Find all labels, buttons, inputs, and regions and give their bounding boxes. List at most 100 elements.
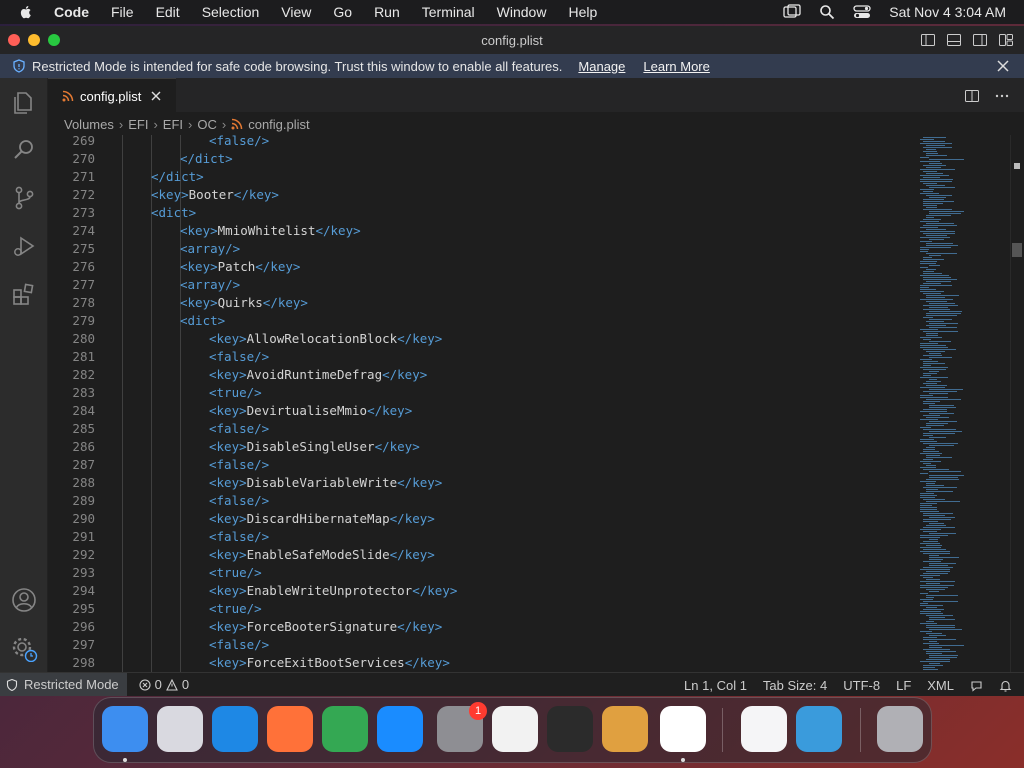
manage-gear-icon[interactable] xyxy=(10,634,38,662)
dock-separator xyxy=(722,708,723,752)
minimap-line xyxy=(920,495,937,496)
launchpad-icon[interactable] xyxy=(157,706,203,752)
notifications-bell-icon[interactable] xyxy=(999,679,1012,692)
menu-edit[interactable]: Edit xyxy=(156,4,180,20)
minimap-line xyxy=(929,657,957,658)
minimap-line xyxy=(926,651,956,652)
minimap-line xyxy=(923,669,938,670)
minimap-line xyxy=(923,521,938,522)
minimap-line xyxy=(926,297,945,298)
menu-selection[interactable]: Selection xyxy=(202,4,260,20)
encoding[interactable]: UTF-8 xyxy=(843,678,880,693)
minimap-line xyxy=(923,449,935,450)
minimap-line xyxy=(920,221,939,222)
more-actions-icon[interactable] xyxy=(994,88,1010,104)
spotlight-search-icon[interactable] xyxy=(819,4,835,20)
xml-tag: </key> xyxy=(404,655,450,670)
chrome-icon[interactable] xyxy=(322,706,368,752)
minimap-line xyxy=(929,327,957,328)
extensions-icon[interactable] xyxy=(10,280,38,308)
tab-config-plist[interactable]: config.plist xyxy=(48,78,176,113)
run-debug-icon[interactable] xyxy=(10,232,38,260)
learn-more-link[interactable]: Learn More xyxy=(643,59,709,74)
breadcrumb-config-plist[interactable]: config.plist xyxy=(248,117,309,132)
visual-studio-icon[interactable] xyxy=(741,706,787,752)
minimap-line xyxy=(929,255,941,256)
scrollbar-thumb[interactable] xyxy=(1012,243,1022,257)
tab-size[interactable]: Tab Size: 4 xyxy=(763,678,827,693)
garageband-icon[interactable] xyxy=(602,706,648,752)
minimap-line xyxy=(920,267,928,268)
menu-app-name[interactable]: Code xyxy=(54,4,89,20)
xml-tag: <true/> xyxy=(209,601,262,616)
problems-status[interactable]: 0 0 xyxy=(139,677,189,692)
menu-go[interactable]: Go xyxy=(333,4,352,20)
cursor-position[interactable]: Ln 1, Col 1 xyxy=(684,678,747,693)
search-icon[interactable] xyxy=(10,136,38,164)
textedit-icon[interactable] xyxy=(492,706,538,752)
menu-bar-clock[interactable]: Sat Nov 4 3:04 AM xyxy=(889,4,1006,20)
vscode-icon[interactable] xyxy=(660,706,706,752)
vertical-scrollbar[interactable] xyxy=(1010,135,1024,672)
manage-link[interactable]: Manage xyxy=(578,59,625,74)
app-store-icon[interactable] xyxy=(377,706,423,752)
end-of-line[interactable]: LF xyxy=(896,678,911,693)
terminal-icon[interactable] xyxy=(547,706,593,752)
breadcrumb-oc[interactable]: OC xyxy=(197,117,217,132)
menu-terminal[interactable]: Terminal xyxy=(422,4,475,20)
minimap-line xyxy=(926,315,957,316)
feedback-icon[interactable] xyxy=(970,679,983,692)
menu-help[interactable]: Help xyxy=(568,4,597,20)
menu-file[interactable]: File xyxy=(111,4,134,20)
minimap-line xyxy=(920,581,955,582)
customize-layout-icon[interactable] xyxy=(998,32,1014,48)
xml-tag: <false/> xyxy=(209,529,270,544)
minimap-line xyxy=(920,247,951,248)
minimap-line xyxy=(923,577,933,578)
minimap[interactable] xyxy=(918,135,1008,672)
accounts-icon[interactable] xyxy=(10,586,38,614)
minimap-line xyxy=(926,381,941,382)
line-number: 274 xyxy=(72,223,95,238)
minimap-line xyxy=(923,201,954,202)
safari-icon[interactable] xyxy=(212,706,258,752)
explorer-icon[interactable] xyxy=(10,88,38,116)
weather-icon[interactable] xyxy=(796,706,842,752)
close-window-button[interactable] xyxy=(8,34,20,46)
minimap-line xyxy=(926,621,934,622)
close-banner-icon[interactable] xyxy=(996,59,1010,73)
finder-icon[interactable] xyxy=(102,706,148,752)
close-tab-icon[interactable] xyxy=(151,91,161,101)
minimize-window-button[interactable] xyxy=(28,34,40,46)
minimap-line xyxy=(926,447,935,448)
minimap-line xyxy=(920,261,937,262)
language-mode[interactable]: XML xyxy=(927,678,954,693)
source-control-icon[interactable] xyxy=(10,184,38,212)
menu-window[interactable]: Window xyxy=(497,4,547,20)
screen-mirroring-icon[interactable] xyxy=(783,4,801,20)
minimap-line xyxy=(929,407,956,408)
apple-logo-icon[interactable] xyxy=(18,4,34,20)
code-line: <false/> xyxy=(209,348,269,366)
toggle-secondary-sidebar-icon[interactable] xyxy=(972,32,988,48)
split-editor-icon[interactable] xyxy=(964,88,980,104)
menu-run[interactable]: Run xyxy=(374,4,400,20)
breadcrumb-volumes[interactable]: Volumes xyxy=(64,117,114,132)
trash-icon[interactable] xyxy=(877,706,923,752)
menu-view[interactable]: View xyxy=(281,4,311,20)
line-number: 271 xyxy=(72,169,95,184)
minimap-line xyxy=(920,441,937,442)
code-lines[interactable]: <false/> </dict> </dict> <key>Booter</key> <… xyxy=(122,135,902,672)
restricted-mode-status[interactable]: Restricted Mode xyxy=(0,672,127,696)
minimap-line xyxy=(926,579,940,580)
toggle-panel-icon[interactable] xyxy=(946,32,962,48)
firefox-icon[interactable] xyxy=(267,706,313,752)
breadcrumb-efi[interactable]: EFI xyxy=(128,117,148,132)
control-center-icon[interactable] xyxy=(853,5,871,19)
toggle-primary-sidebar-icon[interactable] xyxy=(920,32,936,48)
code-editor[interactable]: 269 270 271 272 273 274 275 276 277 278 279 280 281 2… xyxy=(48,135,1024,672)
zoom-window-button[interactable] xyxy=(48,34,60,46)
xml-tag: </key> xyxy=(315,223,361,238)
breadcrumb-efi-inner[interactable]: EFI xyxy=(163,117,183,132)
chevron-right-icon: › xyxy=(221,116,227,132)
